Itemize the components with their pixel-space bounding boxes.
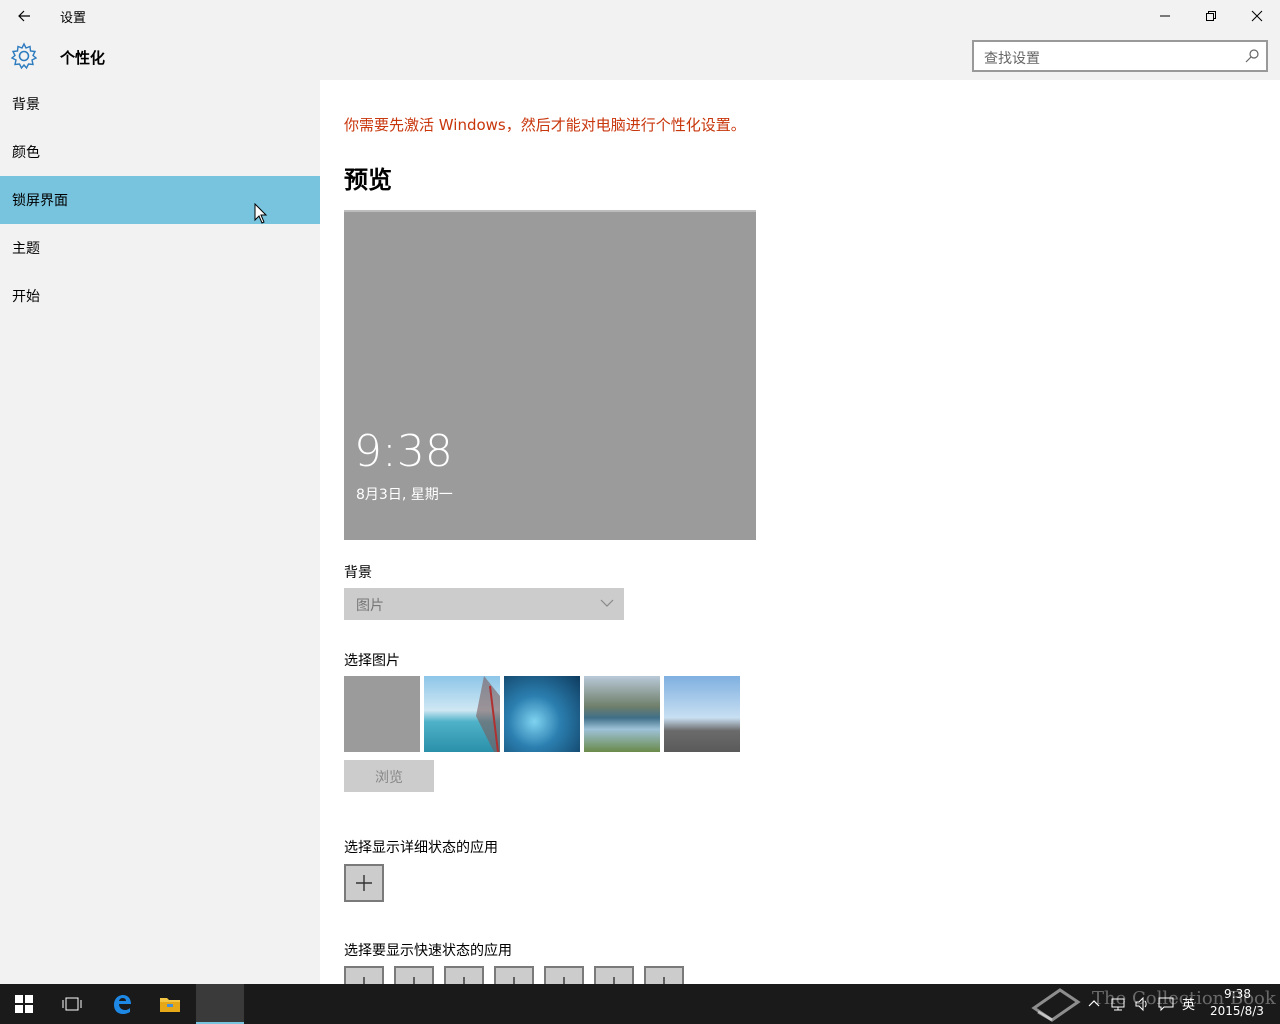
picture-thumbnail[interactable] (424, 676, 500, 752)
input-method-indicator[interactable]: 英 (1182, 994, 1195, 1013)
plus-icon (356, 875, 372, 891)
sidebar-item-label: 开始 (12, 289, 40, 305)
title-bar: 设置 (0, 0, 1280, 32)
quick-status-label: 选择要显示快速状态的应用 (344, 943, 512, 959)
sidebar-item-label: 锁屏界面 (12, 193, 68, 209)
add-detailed-status-app-button[interactable] (344, 864, 384, 902)
sidebar-item-themes[interactable]: 主题 (0, 224, 320, 272)
folder-icon (160, 998, 180, 1012)
volume-icon[interactable] (1134, 996, 1150, 1012)
file-explorer-button[interactable] (146, 984, 194, 1024)
window-title: 设置 (60, 11, 87, 26)
close-icon (1251, 10, 1263, 22)
main-content: 你需要先激活 Windows，然后才能对电脑进行个性化设置。 预览 9:38 8… (320, 80, 1280, 984)
task-view-icon (62, 997, 82, 1011)
detailed-status-label: 选择显示详细状态的应用 (344, 840, 498, 856)
lock-screen-preview: 9:38 8月3日, 星期一 (344, 210, 756, 540)
thumbnail-image (476, 676, 500, 752)
background-dropdown-value: 图片 (356, 598, 384, 614)
preview-time: 9:38 (354, 426, 453, 477)
taskbar-clock-date[interactable]: 2015/8/3 (1210, 1004, 1264, 1018)
picture-thumbnail[interactable] (664, 676, 740, 752)
sidebar-item-label: 主题 (12, 241, 40, 257)
show-hidden-icons-icon[interactable] (1088, 998, 1100, 1008)
sidebar-item-lock-screen[interactable]: 锁屏界面 (0, 176, 320, 224)
plus-icon (613, 977, 615, 984)
windows-logo-icon (15, 995, 33, 1013)
preview-date: 8月3日, 星期一 (356, 487, 453, 503)
task-view-button[interactable] (48, 984, 96, 1024)
taskbar: The Collection Book 英 9:38 2015/8/3 (0, 984, 1280, 1024)
search-input[interactable]: 查找设置 (984, 48, 1040, 68)
browse-button-label: 浏览 (375, 770, 403, 786)
add-quick-status-app-button[interactable] (444, 966, 484, 984)
mouse-cursor-icon (254, 203, 268, 224)
plus-icon (363, 977, 365, 984)
arrow-left-icon (18, 10, 30, 22)
choose-picture-label: 选择图片 (344, 653, 400, 669)
edge-browser-button[interactable] (98, 984, 146, 1024)
action-center-icon[interactable] (1158, 996, 1174, 1012)
back-button[interactable] (0, 0, 48, 32)
sidebar-item-colors[interactable]: 颜色 (0, 128, 320, 176)
search-icon[interactable] (1244, 48, 1260, 64)
close-button[interactable] (1234, 0, 1280, 32)
add-quick-status-app-button[interactable] (644, 966, 684, 984)
picture-thumbnail[interactable] (584, 676, 660, 752)
background-label: 背景 (344, 565, 372, 581)
sidebar: 背景 颜色 锁屏界面 主题 开始 (0, 80, 320, 984)
search-box[interactable]: 查找设置 (972, 40, 1268, 72)
browse-button[interactable]: 浏览 (344, 760, 434, 792)
restore-button[interactable] (1188, 0, 1234, 32)
minimize-icon (1160, 15, 1170, 17)
add-quick-status-app-button[interactable] (594, 966, 634, 984)
sidebar-item-label: 背景 (12, 97, 40, 113)
restore-icon (1206, 11, 1216, 21)
plus-icon (463, 977, 465, 984)
taskbar-clock-time[interactable]: 9:38 (1224, 987, 1251, 1001)
sidebar-item-start[interactable]: 开始 (0, 272, 320, 320)
sidebar-item-background[interactable]: 背景 (0, 80, 320, 128)
plus-icon (413, 977, 415, 984)
sidebar-item-label: 颜色 (12, 145, 40, 161)
plus-icon (513, 977, 515, 984)
start-button[interactable] (0, 984, 48, 1024)
preview-heading: 预览 (344, 166, 392, 194)
chevron-down-icon (600, 599, 614, 607)
book-logo-icon (1031, 988, 1081, 1022)
background-dropdown[interactable]: 图片 (344, 588, 624, 620)
activation-warning: 你需要先激活 Windows，然后才能对电脑进行个性化设置。 (344, 116, 746, 134)
picture-thumbnail[interactable] (344, 676, 420, 752)
network-icon[interactable] (1110, 996, 1126, 1012)
add-quick-status-app-button[interactable] (494, 966, 534, 984)
plus-icon (663, 977, 665, 984)
settings-header: 个性化 查找设置 (0, 32, 1280, 80)
picture-thumbnail[interactable] (504, 676, 580, 752)
add-quick-status-app-button[interactable] (544, 966, 584, 984)
gear-icon (10, 42, 38, 70)
page-title: 个性化 (60, 49, 106, 67)
settings-taskbar-button[interactable] (196, 984, 244, 1024)
add-quick-status-app-button[interactable] (344, 966, 384, 984)
minimize-button[interactable] (1142, 0, 1188, 32)
edge-icon (114, 995, 131, 1014)
add-quick-status-app-button[interactable] (394, 966, 434, 984)
plus-icon (563, 977, 565, 984)
